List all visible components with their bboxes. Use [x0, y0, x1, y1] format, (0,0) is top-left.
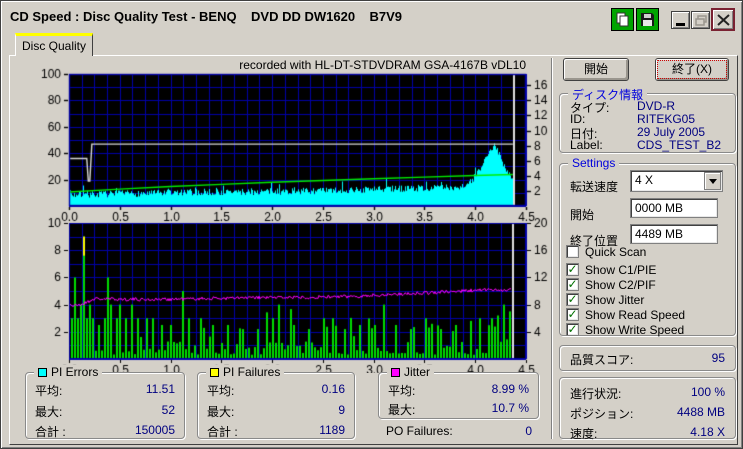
po-failures-row: PO Failures: 0: [386, 424, 532, 438]
pif-avg-value: 0.16: [321, 382, 345, 396]
floppy-save-icon: [641, 13, 654, 26]
titlebar[interactable]: CD Speed : Disc Quality Test - BENQ DVD …: [4, 4, 741, 31]
quality-charts-canvas: [21, 57, 549, 373]
pif-max-value: 9: [338, 403, 345, 417]
show-jitter-checkbox[interactable]: ✓: [566, 293, 579, 306]
maximize-button[interactable]: [691, 11, 710, 29]
app-window: CD Speed : Disc Quality Test - BENQ DVD …: [0, 0, 743, 449]
pie-total-value: 150005: [134, 423, 175, 437]
speed-combobox[interactable]: 4 X: [630, 170, 723, 192]
quality-score-label: 品質スコア:: [570, 353, 634, 367]
disc-type-value: DVD-R: [637, 99, 675, 113]
quick-scan-checkbox[interactable]: [566, 245, 579, 258]
quality-score-group: 品質スコア: 95: [559, 345, 736, 371]
save-button[interactable]: [636, 8, 659, 31]
disc-date-value: 29 July 2005: [637, 125, 706, 139]
restore-icon: [694, 14, 707, 26]
disc-info-group: ディスク情報 タイプ: DVD-R ID: RITEKG05 日付: 29 July …: [559, 86, 736, 153]
pif-total-value: 1189: [319, 423, 345, 437]
pi-failures-statbox: PI Failures 平均: 0.16 最大: 9 合計 :1189: [197, 365, 355, 439]
tab-disc-quality[interactable]: Disc Quality: [15, 33, 93, 56]
settings-title: Settings: [568, 156, 620, 170]
jitter-statbox: Jitter 平均: 8.99 % 最大: 10.7 %: [378, 365, 539, 419]
copy-icon: [616, 12, 629, 27]
disc-label-value: CDS_TEST_B2: [637, 138, 722, 152]
minimize-button[interactable]: [671, 11, 690, 29]
show-write-speed-checkbox[interactable]: ✓: [566, 323, 579, 336]
pi-errors-color-swatch: [38, 368, 47, 377]
position-value: 4488 MB: [676, 405, 725, 419]
quality-score-value: 95: [711, 351, 725, 365]
jitter-max-value: 10.7 %: [491, 401, 529, 415]
show-c1-pie-checkbox[interactable]: ✓: [566, 263, 579, 276]
close-button[interactable]: [711, 8, 735, 31]
jitter-statbox-title: Jitter: [387, 365, 435, 379]
progress-value: 100 %: [690, 385, 725, 399]
progress-status-group: 進行状況: 100 % ポジション: 4488 MB 速度: 4.18 X: [559, 377, 736, 441]
show-read-speed-checkbox[interactable]: ✓: [566, 308, 579, 321]
speed-value: 4.18 X: [690, 425, 725, 439]
exit-button[interactable]: 終了(X): [655, 58, 729, 81]
end-position-input[interactable]: 4489 MB: [630, 224, 718, 244]
minimize-icon: [676, 23, 685, 26]
close-icon: [716, 13, 730, 26]
jitter-color-swatch: [391, 368, 400, 377]
start-position-input[interactable]: 0000 MB: [630, 198, 718, 218]
speed-combobox-value: 4 X: [635, 173, 654, 187]
combobox-dropdown-arrow-icon[interactable]: [704, 172, 721, 190]
pi-failures-statbox-title: PI Failures: [206, 365, 285, 379]
copy-to-clipboard-button[interactable]: [611, 8, 634, 31]
pi-errors-statbox-title: PI Errors: [34, 365, 103, 379]
disc-id-value: RITEKG05: [637, 112, 696, 126]
pie-max-value: 52: [161, 403, 175, 417]
window-title: CD Speed : Disc Quality Test - BENQ DVD …: [10, 9, 403, 24]
pie-avg-value: 11.51: [145, 382, 175, 396]
pi-failures-color-swatch: [210, 368, 219, 377]
panel-divider: [551, 58, 553, 439]
start-button[interactable]: 開始: [563, 58, 629, 81]
show-c2-pif-checkbox[interactable]: ✓: [566, 278, 579, 291]
jitter-avg-value: 8.99 %: [491, 382, 529, 396]
po-failures-value: 0: [525, 424, 532, 438]
pi-errors-statbox: PI Errors 平均: 11.51 最大: 52 合計 :150005: [25, 365, 185, 439]
